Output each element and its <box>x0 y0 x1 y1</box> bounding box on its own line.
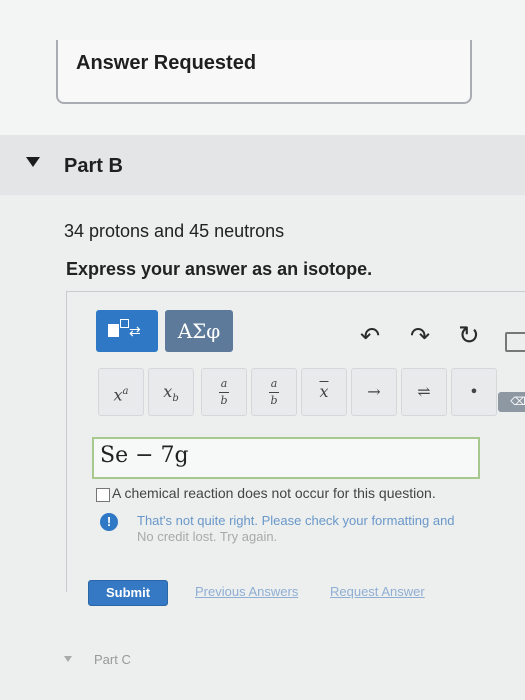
dot-button[interactable]: • <box>451 368 497 416</box>
reaction-arrow-button[interactable]: → <box>351 368 397 416</box>
equilibrium-arrow-button[interactable]: ⇌ <box>401 368 447 416</box>
undo-icon[interactable]: ↶ <box>360 322 380 351</box>
info-icon: ! <box>100 513 118 531</box>
redo-icon[interactable]: ↷ <box>410 322 430 351</box>
superscript-button[interactable]: xa <box>98 368 144 416</box>
swap-arrows-icon: ⇄ <box>129 323 141 339</box>
caret-down-icon[interactable] <box>64 656 72 662</box>
instruction-text: Express your answer as an isotope. <box>66 259 373 279</box>
caret-down-icon[interactable] <box>26 157 40 167</box>
template-box-icon <box>108 324 119 337</box>
symbol-toolbar: xa xb ab ab x → ⇌ • <box>98 368 525 418</box>
part-b-header[interactable]: Part B <box>0 135 525 195</box>
stacked-fraction-button[interactable]: ab <box>251 368 297 416</box>
question-text: 34 protons and 45 neutrons <box>64 221 285 241</box>
fraction-button[interactable]: ab <box>201 368 247 416</box>
previous-answers-link[interactable]: Previous Answers <box>195 584 298 599</box>
feedback-line-1: That's not quite right. Please check you… <box>137 513 455 528</box>
delete-button[interactable]: ⌫ <box>498 392 525 412</box>
submit-button[interactable]: Submit <box>88 580 168 606</box>
answer-input[interactable]: Se − 7g <box>92 437 480 479</box>
greek-symbols-button[interactable]: ΑΣφ <box>165 310 233 352</box>
feedback-line-2: No credit lost. Try again. <box>137 529 278 544</box>
keyboard-icon[interactable] <box>505 332 525 352</box>
request-answer-link[interactable]: Request Answer <box>330 584 425 599</box>
overline-button[interactable]: x <box>301 368 347 416</box>
no-reaction-label: A chemical reaction does not occur for t… <box>112 485 436 501</box>
part-c-label[interactable]: Part C <box>94 652 131 667</box>
answer-requested-card: Answer Requested <box>56 40 472 104</box>
feedback-message: That's not quite right. Please check you… <box>137 513 525 545</box>
reset-icon[interactable]: ↻ <box>458 320 480 351</box>
no-reaction-checkbox[interactable] <box>96 488 110 502</box>
subscript-button[interactable]: xb <box>148 368 194 416</box>
answer-requested-title: Answer Requested <box>76 52 257 74</box>
templates-button[interactable]: ⇄ <box>96 310 158 352</box>
template-small-box-icon <box>120 319 129 328</box>
part-b-label: Part B <box>64 155 123 177</box>
